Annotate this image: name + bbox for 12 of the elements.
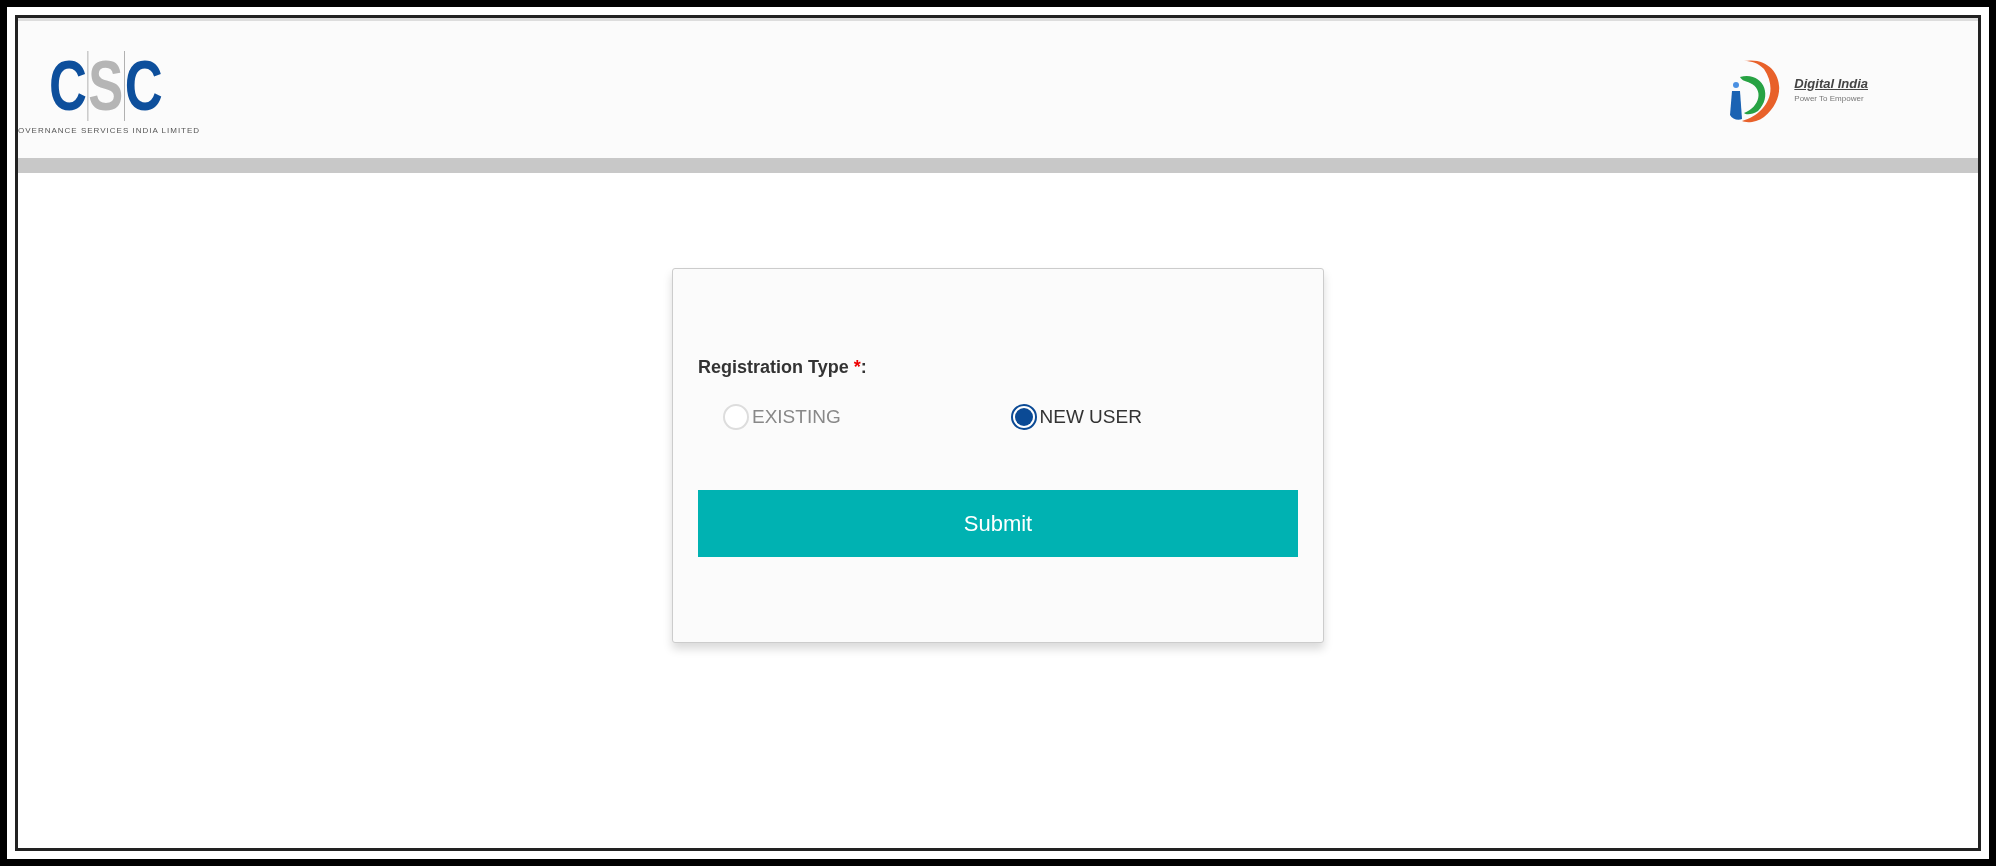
radio-option[interactable]: NEW USER	[1010, 403, 1298, 432]
required-mark: *	[853, 356, 861, 379]
label-colon: :	[860, 356, 867, 379]
logo-tagline: OVERNANCE SERVICES INDIA LIMITED	[18, 124, 201, 137]
logo-letter: S	[87, 50, 121, 121]
logo-letter: C	[48, 50, 85, 121]
logo-tagline: Power To Empower	[1794, 93, 1865, 106]
logo-letter: C	[124, 50, 161, 121]
logo-title: Digital India	[1794, 74, 1868, 93]
submit-button[interactable]: Submit	[698, 489, 1298, 557]
radio-button[interactable]	[1010, 404, 1037, 431]
field-label: Registration Type	[698, 356, 849, 379]
